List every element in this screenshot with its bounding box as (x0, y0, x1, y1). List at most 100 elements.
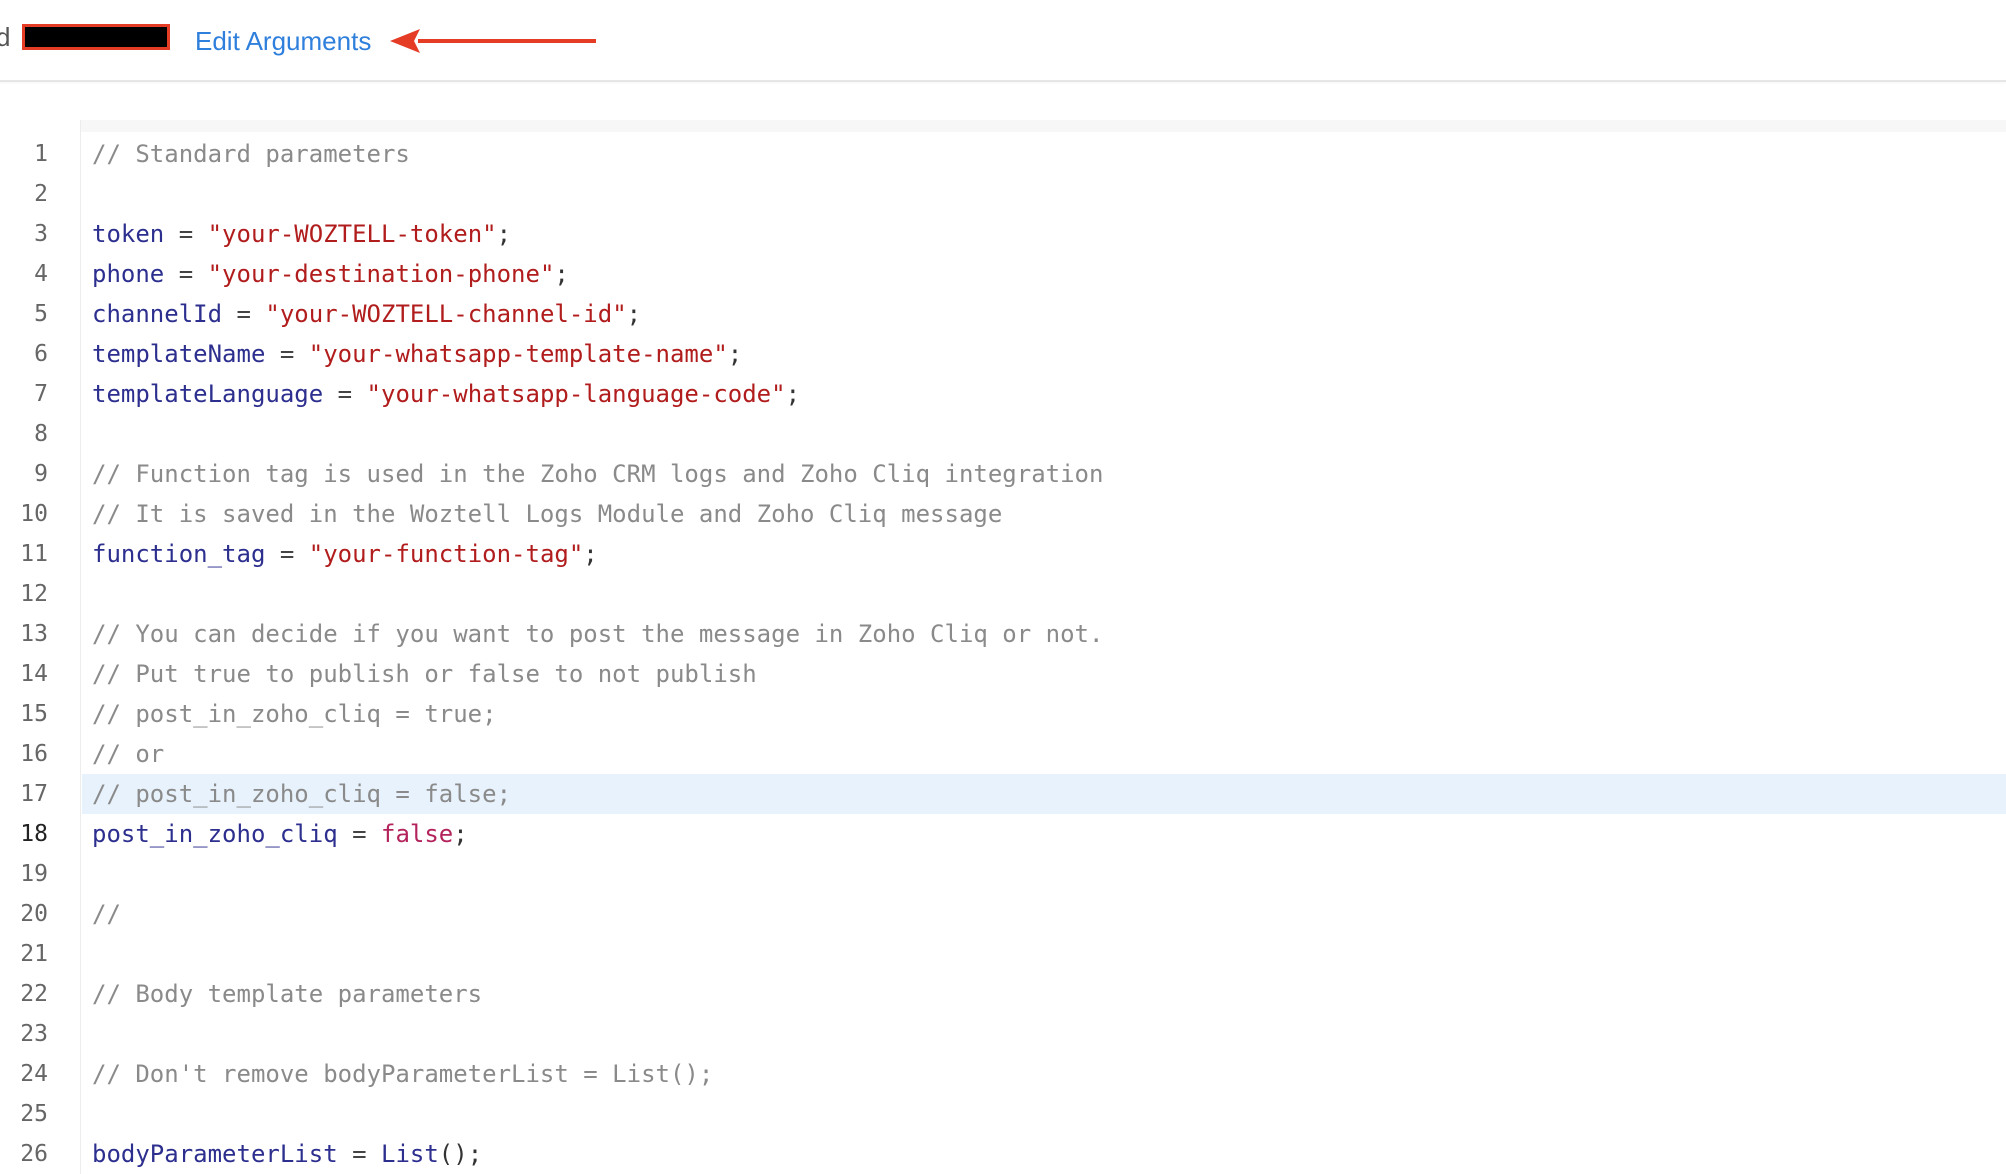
code-line[interactable]: 4 phone = "your-destination-phone"; (0, 254, 2006, 294)
code-text[interactable]: // Body template parameters (82, 974, 2006, 1014)
code-token-comment: // or (92, 740, 165, 768)
code-line[interactable]: 13 // You can decide if you want to post … (0, 614, 2006, 654)
code-token-comment: // Don't remove bodyParameterList = List… (92, 1060, 714, 1088)
code-text[interactable] (82, 854, 2006, 894)
code-token-op: = (222, 300, 266, 328)
code-token-comment: // Body template parameters (92, 980, 483, 1008)
code-text[interactable] (82, 934, 2006, 974)
code-token-comment: // (92, 900, 121, 928)
code-line[interactable]: 12 (0, 574, 2006, 614)
line-number: 10 (20, 501, 48, 527)
code-line[interactable]: 10 // It is saved in the Woztell Logs Mod… (0, 494, 2006, 534)
code-line[interactable]: 20 // (0, 894, 2006, 934)
code-text[interactable] (82, 174, 2006, 214)
code-line[interactable]: 19 (0, 854, 2006, 894)
code-line[interactable]: 7 templateLanguage = "your-whatsapp-langu… (0, 374, 2006, 414)
code-line[interactable]: 24 // Don't remove bodyParameterList = Li… (0, 1054, 2006, 1094)
code-line[interactable]: 2 (0, 174, 2006, 214)
code-token-punc: ; (727, 340, 743, 368)
code-token-str: "your-WOZTELL-token" (207, 220, 497, 248)
code-text[interactable] (82, 414, 2006, 454)
code-token-punc: ; (785, 380, 801, 408)
code-token-comment: // You can decide if you want to post th… (92, 620, 1104, 648)
code-text[interactable]: token = "your-WOZTELL-token"; (82, 214, 2006, 254)
code-text[interactable]: // Put true to publish or false to not p… (82, 654, 2006, 694)
code-line[interactable]: 23 (0, 1014, 2006, 1054)
annotation-arrow-icon (390, 29, 596, 53)
code-token-str: "your-WOZTELL-channel-id" (265, 300, 627, 328)
line-number: 19 (20, 861, 48, 887)
line-number: 25 (20, 1101, 48, 1127)
code-text[interactable]: // or (82, 734, 2006, 774)
code-text[interactable]: templateName = "your-whatsapp-template-n… (82, 334, 2006, 374)
code-text[interactable]: // (82, 894, 2006, 934)
editor-header: d Edit Arguments (0, 0, 2006, 82)
code-line[interactable]: 26 bodyParameterList = List(); (0, 1134, 2006, 1174)
code-text[interactable] (82, 1094, 2006, 1134)
code-token-op: = (164, 260, 208, 288)
code-line[interactable]: 18 post_in_zoho_cliq = false; (0, 814, 2006, 854)
line-number: 2 (34, 181, 48, 207)
code-token-var: function_tag (92, 540, 266, 568)
code-line[interactable]: 14 // Put true to publish or false to not… (0, 654, 2006, 694)
code-token-var: post_in_zoho_cliq (92, 820, 338, 848)
line-number: 23 (20, 1021, 48, 1047)
code-text[interactable]: // post_in_zoho_cliq = true; (82, 694, 2006, 734)
code-line[interactable]: 22 // Body template parameters (0, 974, 2006, 1014)
code-token-op: = (164, 220, 208, 248)
code-line[interactable]: 21 (0, 934, 2006, 974)
code-text[interactable] (82, 574, 2006, 614)
code-token-var: bodyParameterList (92, 1140, 338, 1168)
code-text[interactable]: // It is saved in the Woztell Logs Modul… (82, 494, 2006, 534)
code-line[interactable]: 16 // or (0, 734, 2006, 774)
code-text[interactable]: // post_in_zoho_cliq = false; (82, 774, 2006, 814)
line-number: 17 (20, 781, 48, 807)
code-token-punc: ; (554, 260, 569, 288)
edit-arguments-link[interactable]: Edit Arguments (195, 24, 371, 58)
code-line[interactable]: 5 channelId = "your-WOZTELL-channel-id"; (0, 294, 2006, 334)
code-token-var: templateLanguage (92, 380, 324, 408)
code-text[interactable] (82, 1014, 2006, 1054)
code-line[interactable]: 11 function_tag = "your-function-tag"; (0, 534, 2006, 574)
code-text[interactable]: bodyParameterList = List(); (82, 1134, 2006, 1174)
code-line[interactable]: 8 (0, 414, 2006, 454)
code-line[interactable]: 6 templateName = "your-whatsapp-template-… (0, 334, 2006, 374)
code-text[interactable]: templateLanguage = "your-whatsapp-langua… (82, 374, 2006, 414)
code-text[interactable]: function_tag = "your-function-tag"; (82, 534, 2006, 574)
line-number: 4 (34, 261, 48, 287)
line-number: 22 (20, 981, 48, 1007)
code-text[interactable]: // Standard parameters (82, 134, 2006, 174)
code-token-var: templateName (92, 340, 266, 368)
line-number: 1 (34, 141, 48, 167)
code-text[interactable]: // Don't remove bodyParameterList = List… (82, 1054, 2006, 1094)
line-number: 9 (34, 461, 48, 487)
editor-top-strip (80, 120, 2006, 132)
code-token-punc: ; (453, 820, 468, 848)
line-number: 6 (34, 341, 48, 367)
line-number: 26 (20, 1141, 48, 1167)
code-text[interactable]: phone = "your-destination-phone"; (82, 254, 2006, 294)
code-line[interactable]: 3 token = "your-WOZTELL-token"; (0, 214, 2006, 254)
line-number: 14 (20, 661, 48, 687)
code-token-str: "your-function-tag" (308, 540, 584, 568)
line-number: 11 (20, 541, 48, 567)
code-token-fn: List (381, 1140, 439, 1168)
code-line[interactable]: 9 // Function tag is used in the Zoho CRM… (0, 454, 2006, 494)
line-number: 20 (20, 901, 48, 927)
code-line[interactable]: 25 (0, 1094, 2006, 1134)
line-number: 16 (20, 741, 48, 767)
code-token-bool: false (381, 820, 454, 848)
code-line[interactable]: 17 // post_in_zoho_cliq = false; (0, 774, 2006, 814)
code-line[interactable]: 1 // Standard parameters (0, 134, 2006, 174)
code-editor[interactable]: 1// Standard parameters 2 3 token = "your-W… (0, 120, 2006, 1174)
code-token-var: channelId (92, 300, 223, 328)
code-token-str: "your-whatsapp-template-name" (308, 340, 728, 368)
code-text[interactable]: post_in_zoho_cliq = false; (82, 814, 2006, 854)
code-text[interactable]: channelId = "your-WOZTELL-channel-id"; (82, 294, 2006, 334)
code-token-comment: // Standard parameters (92, 140, 410, 168)
code-line[interactable]: 15 // post_in_zoho_cliq = true; (0, 694, 2006, 734)
code-text[interactable]: // Function tag is used in the Zoho CRM … (82, 454, 2006, 494)
line-number: 18 (20, 821, 48, 847)
code-text[interactable]: // You can decide if you want to post th… (82, 614, 2006, 654)
code-token-op: = (337, 820, 381, 848)
